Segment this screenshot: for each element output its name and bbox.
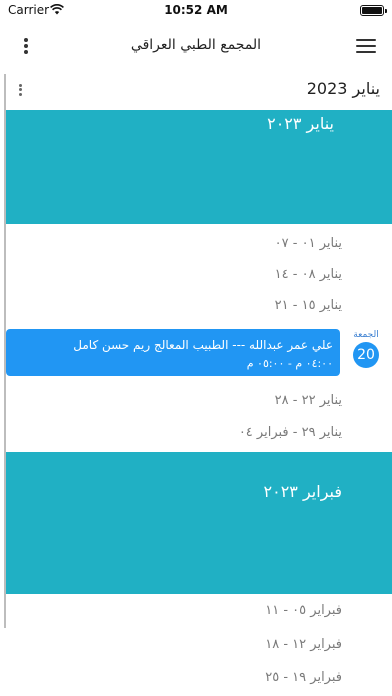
week-row[interactable]: يناير ٠١ - ٠٧ xyxy=(275,236,342,251)
week-row[interactable]: يناير ٢٢ - ٢٨ xyxy=(275,393,342,408)
page-title: المجمع الطبي العراقي xyxy=(130,37,262,53)
navigation-bar: المجمع الطبي العراقي xyxy=(0,22,392,70)
event-day-name: الجمعة xyxy=(353,330,379,340)
week-row[interactable]: يناير ٢٩ - فبراير ٠٤ xyxy=(239,425,342,440)
month-banner-february: فبراير ٢٠٢٣ xyxy=(6,452,392,594)
week-row[interactable]: فبراير ٠٥ - ١١ xyxy=(265,603,342,618)
week-row[interactable]: يناير ١٥ - ٢١ xyxy=(275,298,342,313)
appointment-time: ٠٤:٠٠ م - ٠٥:٠٠ م xyxy=(246,357,333,370)
appointment-title: علي عمر عبدالله --- الطبيب المعالج ريم ح… xyxy=(73,338,333,352)
current-month-title[interactable]: يناير 2023 xyxy=(307,79,380,98)
calendar-options-icon[interactable] xyxy=(16,82,24,100)
battery-icon xyxy=(360,5,387,16)
month-banner-label: يناير ٢٠٢٣ xyxy=(267,114,334,133)
menu-icon[interactable] xyxy=(356,39,376,53)
week-row[interactable]: فبراير ١٢ - ١٨ xyxy=(265,637,342,652)
month-banner-january: يناير ٢٠٢٣ xyxy=(6,110,392,224)
week-row[interactable]: يناير ٠٨ - ١٤ xyxy=(275,267,342,282)
appointment-card[interactable]: علي عمر عبدالله --- الطبيب المعالج ريم ح… xyxy=(6,329,340,376)
more-options-icon[interactable] xyxy=(18,36,34,58)
month-banner-label: فبراير ٢٠٢٣ xyxy=(263,482,343,501)
month-header: يناير 2023 xyxy=(0,74,392,106)
event-day-number[interactable]: 20 xyxy=(353,342,379,368)
event-date: الجمعة 20 xyxy=(353,330,379,368)
clock: 10:52 AM xyxy=(164,3,228,17)
status-bar: Carrier 10:52 AM xyxy=(0,0,392,22)
week-row[interactable]: فبراير ١٩ - ٢٥ xyxy=(265,670,342,685)
